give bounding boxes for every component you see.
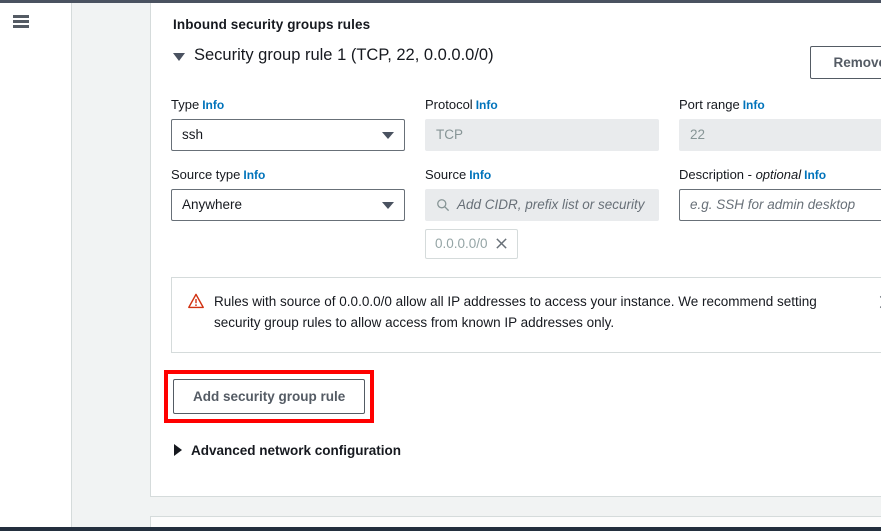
port-range-field-group: Port range Info 22	[679, 97, 881, 151]
protocol-input: TCP	[425, 118, 659, 151]
form-row-2: Source type Info Anywhere Source Info Ad…	[171, 167, 881, 259]
source-placeholder: Add CIDR, prefix list or security	[457, 197, 645, 213]
add-rule-highlight-wrapper: Add security group rule	[164, 369, 375, 423]
protocol-label-text: Protocol	[425, 97, 473, 112]
app-screen: Inbound security groups rules Security g…	[0, 0, 881, 531]
source-label: Source Info	[425, 167, 659, 184]
source-cidr-token: 0.0.0.0/0	[425, 228, 518, 259]
alert-message: Rules with source of 0.0.0.0/0 allow all…	[214, 293, 817, 330]
source-field-group: Source Info Add CIDR, prefix list or secu…	[425, 167, 659, 259]
port-range-label: Port range Info	[679, 97, 881, 114]
rule-expander[interactable]: Security group rule 1 (TCP, 22, 0.0.0.0/…	[171, 46, 494, 65]
port-range-label-text: Port range	[679, 97, 740, 112]
type-label-text: Type	[171, 97, 200, 112]
description-label: Description - optional Info	[679, 167, 881, 184]
cidr-warning-alert: Rules with source of 0.0.0.0/0 allow all…	[171, 276, 881, 353]
search-icon	[437, 198, 450, 211]
source-type-select[interactable]: Anywhere	[171, 188, 405, 221]
description-input[interactable]: e.g. SSH for admin desktop	[679, 188, 881, 221]
type-label: Type Info	[171, 97, 405, 114]
hamburger-menu-icon[interactable]	[13, 15, 29, 28]
chevron-down-icon	[382, 131, 394, 139]
inbound-rules-card: Inbound security groups rules Security g…	[150, 3, 881, 497]
type-select[interactable]: ssh	[171, 118, 405, 151]
source-label-text: Source	[425, 166, 467, 182]
hamburger-bar	[13, 20, 29, 23]
advanced-network-configuration-label: Advanced network configuration	[191, 442, 402, 458]
hamburger-bar	[13, 25, 29, 28]
source-type-select-value: Anywhere	[182, 197, 243, 213]
protocol-value: TCP	[436, 127, 463, 143]
type-field-group: Type Info ssh	[171, 97, 405, 151]
left-nav-strip	[0, 3, 72, 531]
rule-title: Security group rule 1 (TCP, 22, 0.0.0.0/…	[194, 46, 494, 64]
rule-header: Security group rule 1 (TCP, 22, 0.0.0.0/…	[171, 46, 881, 79]
description-optional-text: optional	[755, 166, 802, 182]
hamburger-bar	[13, 15, 29, 18]
page-canvas: Inbound security groups rules Security g…	[72, 3, 881, 531]
remove-button[interactable]: Remove	[810, 46, 881, 79]
source-input[interactable]: Add CIDR, prefix list or security	[425, 188, 659, 221]
description-field-group: Description - optional Info e.g. SSH for …	[679, 167, 881, 259]
triangle-right-icon	[174, 444, 182, 457]
source-type-label-text: Source type	[171, 166, 241, 182]
source-info-link[interactable]: Info	[469, 168, 491, 182]
protocol-label: Protocol Info	[425, 97, 659, 114]
warning-triangle-icon	[188, 293, 204, 308]
port-range-value: 22	[690, 127, 706, 143]
source-type-field-group: Source type Info Anywhere	[171, 167, 405, 259]
source-type-info-link[interactable]: Info	[243, 168, 265, 182]
protocol-field-group: Protocol Info TCP	[425, 97, 659, 151]
add-security-group-rule-button[interactable]: Add security group rule	[173, 378, 366, 414]
port-range-input: 22	[679, 118, 881, 151]
type-select-value: ssh	[182, 127, 204, 143]
description-info-link[interactable]: Info	[804, 168, 826, 182]
port-range-info-link[interactable]: Info	[743, 98, 765, 112]
bottom-divider	[0, 527, 881, 531]
chevron-down-icon	[382, 201, 394, 209]
form-row-1: Type Info ssh Protocol Info TCP Port ran…	[171, 97, 881, 151]
source-type-label: Source type Info	[171, 167, 405, 184]
page-title: Inbound security groups rules	[173, 17, 371, 32]
description-label-text: Description -	[679, 166, 756, 182]
description-placeholder: e.g. SSH for admin desktop	[690, 197, 856, 213]
source-cidr-value: 0.0.0.0/0	[435, 236, 488, 252]
close-icon[interactable]	[495, 237, 508, 250]
type-info-link[interactable]: Info	[202, 98, 224, 112]
protocol-info-link[interactable]: Info	[476, 98, 498, 112]
triangle-down-icon	[173, 52, 185, 61]
advanced-network-configuration-expander[interactable]: Advanced network configuration	[174, 443, 881, 458]
